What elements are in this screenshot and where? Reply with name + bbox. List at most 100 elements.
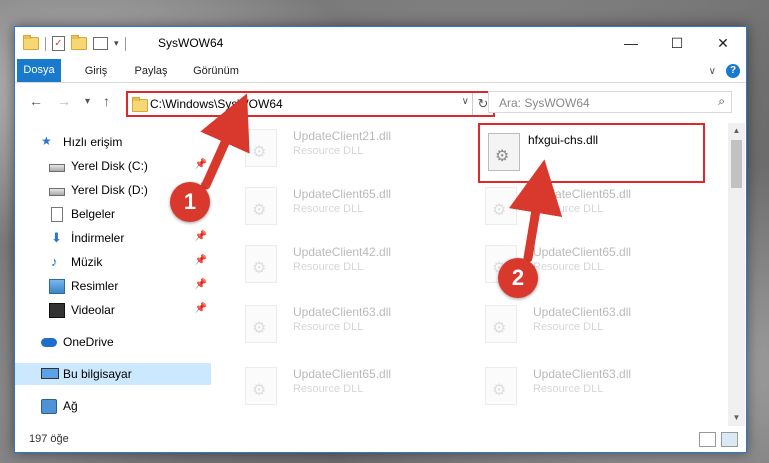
file-name: UpdateClient65.dll: [533, 187, 632, 201]
dll-file-icon: [485, 367, 517, 405]
file-list: UpdateClient21.dll Resource DLL hfxgui-c…: [221, 123, 724, 425]
star-icon: ★: [41, 134, 52, 148]
search-icon[interactable]: ⌕: [718, 94, 725, 109]
chevron-down-icon[interactable]: ∨: [709, 66, 716, 77]
pin-icon[interactable]: 📌: [195, 255, 207, 266]
sidebar-item-onedrive[interactable]: OneDrive: [15, 331, 211, 353]
drive-icon: [49, 188, 65, 196]
recent-locations-button[interactable]: ▾: [85, 96, 90, 107]
sidebar-item-music[interactable]: ♪ Müzik 📌: [15, 251, 211, 273]
new-folder-icon[interactable]: [71, 35, 87, 50]
dll-file-icon: [245, 129, 277, 167]
file-item[interactable]: UpdateClient65.dll Resource DLL: [231, 185, 451, 225]
tab-file[interactable]: Dosya: [17, 59, 61, 82]
tab-share[interactable]: Paylaş: [131, 61, 171, 82]
file-type: Resource DLL: [293, 203, 364, 215]
cloud-icon: [41, 338, 57, 347]
address-bar[interactable]: C:\Windows\SysWOW64 ∨ ↻: [126, 91, 495, 117]
file-item[interactable]: UpdateClient21.dll Resource DLL: [231, 127, 451, 167]
file-item[interactable]: UpdateClient65.dll Resource DLL: [231, 365, 451, 405]
large-icons-view-icon[interactable]: [721, 432, 738, 447]
dll-file-icon: [485, 305, 517, 343]
minimize-button[interactable]: —: [608, 27, 654, 59]
search-input[interactable]: Ara: SysWOW64 ⌕: [488, 91, 732, 113]
file-item[interactable]: UpdateClient42.dll Resource DLL: [231, 243, 451, 283]
maximize-button[interactable]: ☐: [654, 27, 700, 59]
file-type: Resource DLL: [293, 321, 364, 333]
forward-button[interactable]: →: [57, 93, 71, 109]
pin-icon[interactable]: 📌: [195, 303, 207, 314]
help-icon[interactable]: ?: [726, 64, 740, 78]
sidebar-item-this-pc[interactable]: Bu bilgisayar: [15, 363, 211, 385]
status-bar: 197 öğe: [15, 428, 746, 452]
file-item[interactable]: UpdateClient63.dll Resource DLL: [471, 365, 691, 405]
sidebar-item-label: Ağ: [63, 399, 78, 413]
file-item-highlighted[interactable]: hfxgui-chs.dll: [478, 123, 705, 183]
file-type: Resource DLL: [293, 261, 364, 273]
file-name: hfxgui-chs.dll: [528, 133, 599, 147]
folder-icon: [132, 97, 148, 112]
file-type: Resource DLL: [293, 383, 364, 395]
videos-icon: [49, 303, 65, 318]
sidebar-item-label: Belgeler: [71, 207, 116, 221]
up-button[interactable]: ↑: [103, 93, 110, 109]
sidebar-item-pictures[interactable]: Resimler 📌: [15, 275, 211, 297]
navigation-pane: ★ Hızlı erişim Yerel Disk (C:) 📌 Yerel D…: [15, 123, 211, 425]
window-title: SysWOW64: [158, 36, 224, 50]
file-name: UpdateClient63.dll: [533, 305, 632, 319]
file-type: Resource DLL: [533, 203, 604, 215]
step-marker-2: 2: [498, 258, 538, 298]
title-bar: ✓ ▾ SysWOW64 — ☐ ✕: [15, 27, 746, 59]
dll-file-icon: [485, 187, 517, 225]
pin-icon[interactable]: 📌: [195, 279, 207, 290]
properties-check-icon[interactable]: ✓: [52, 36, 65, 51]
tab-view[interactable]: Görünüm: [190, 61, 242, 82]
file-type: Resource DLL: [533, 383, 604, 395]
file-type: Resource DLL: [293, 145, 364, 157]
ribbon-tabs: Dosya Giriş Paylaş Görünüm ∨ ?: [15, 59, 746, 83]
customize-toolbar-icon[interactable]: ▾: [114, 38, 119, 49]
documents-icon: [51, 207, 63, 222]
sidebar-item-label: Müzik: [71, 255, 103, 269]
tab-home[interactable]: Giriş: [81, 61, 111, 82]
sidebar-item-videos[interactable]: Videolar 📌: [15, 299, 211, 321]
file-name: UpdateClient63.dll: [533, 367, 632, 381]
dll-file-icon: [245, 187, 277, 225]
file-name: UpdateClient65.dll: [293, 187, 392, 201]
search-placeholder: Ara: SysWOW64: [499, 96, 590, 110]
sidebar-item-label: Hızlı erişim: [63, 135, 123, 149]
scroll-thumb[interactable]: [731, 140, 742, 188]
sidebar-item-label: Resimler: [71, 279, 119, 293]
vertical-scrollbar[interactable]: ▲ ▼: [728, 123, 745, 426]
file-item[interactable]: UpdateClient63.dll Resource DLL: [471, 303, 691, 343]
file-name: UpdateClient65.dll: [293, 367, 392, 381]
details-view-icon[interactable]: [699, 432, 716, 447]
sidebar-item-label: Yerel Disk (C:): [71, 159, 148, 173]
file-item[interactable]: UpdateClient63.dll Resource DLL: [231, 303, 451, 343]
file-name: UpdateClient42.dll: [293, 245, 392, 259]
sidebar-item-quick-access[interactable]: ★ Hızlı erişim: [15, 131, 211, 153]
pin-icon[interactable]: 📌: [195, 159, 207, 170]
file-type: Resource DLL: [533, 321, 604, 333]
item-count: 197 öğe: [29, 433, 69, 445]
file-item[interactable]: UpdateClient65.dll Resource DLL: [471, 185, 691, 225]
folder-icon: [23, 35, 39, 50]
back-button[interactable]: ←: [29, 93, 43, 109]
scroll-down-icon[interactable]: ▼: [728, 410, 745, 426]
sidebar-item-network[interactable]: Ağ: [15, 395, 211, 417]
scroll-up-icon[interactable]: ▲: [728, 123, 745, 139]
sidebar-item-disk-c[interactable]: Yerel Disk (C:) 📌: [15, 155, 211, 177]
network-icon: [41, 399, 57, 414]
ribbon-controls: ∨ ?: [709, 64, 740, 78]
close-button[interactable]: ✕: [700, 27, 746, 59]
file-type: Resource DLL: [533, 261, 604, 273]
sidebar-item-downloads[interactable]: ⬇ İndirmeler 📌: [15, 227, 211, 249]
pin-icon[interactable]: 📌: [195, 231, 207, 242]
dll-file-icon: [245, 305, 277, 343]
address-path[interactable]: C:\Windows\SysWOW64: [150, 97, 283, 111]
downloads-icon: ⬇: [51, 230, 62, 245]
address-dropdown-icon[interactable]: ∨: [462, 96, 469, 107]
dll-file-icon: [245, 367, 277, 405]
divider: [124, 36, 126, 51]
view-properties-icon[interactable]: [93, 37, 108, 50]
